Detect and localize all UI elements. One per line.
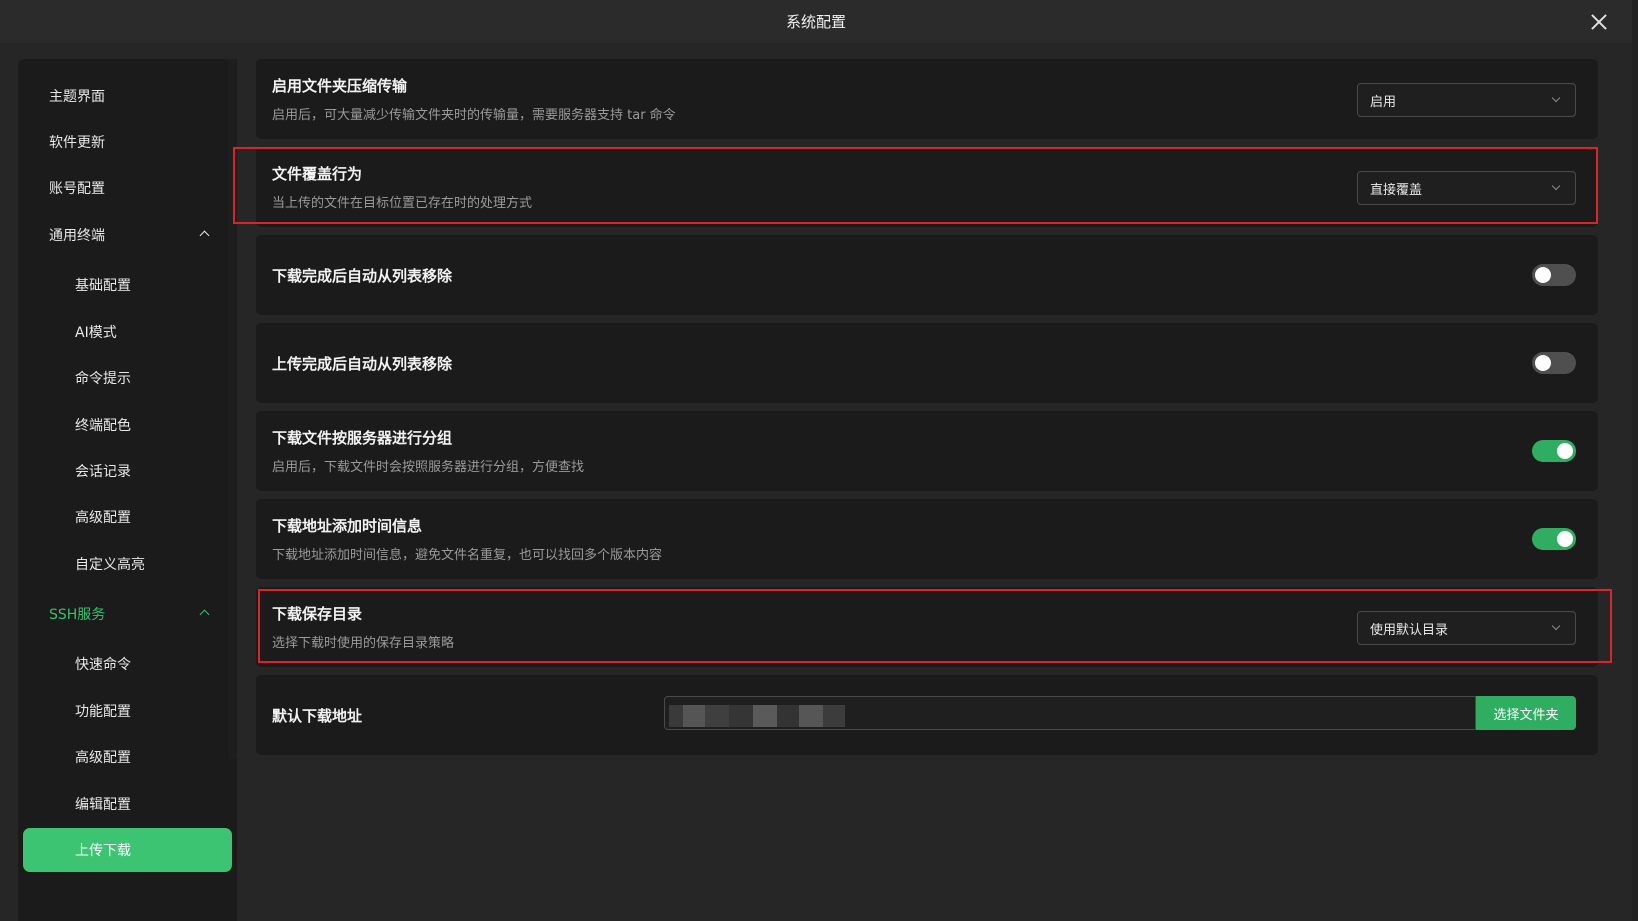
sidebar-item-label: 上传下载: [75, 843, 131, 859]
sidebar-item-label: SSH服务: [49, 607, 106, 623]
sidebar-group-terminal[interactable]: 通用终端: [18, 213, 237, 257]
setting-save-dir: 下载保存目录 选择下载时使用的保存目录策略 使用默认目录: [256, 587, 1598, 667]
sidebar-item-command-hint[interactable]: 命令提示: [18, 356, 237, 400]
sidebar-item-label: 高级配置: [75, 510, 131, 526]
sidebar-item-label: 主题界面: [49, 89, 105, 105]
setting-title: 下载文件按服务器进行分组: [272, 429, 453, 447]
sidebar: 主题界面 软件更新 账号配置 通用终端 基础配置 AI模式 命令提示 终端配色 …: [18, 59, 237, 921]
setting-add-time: 下载地址添加时间信息 下载地址添加时间信息，避免文件名重复，也可以找回多个版本内…: [256, 499, 1598, 579]
sidebar-item-label: 软件更新: [49, 135, 105, 151]
sidebar-item-update[interactable]: 软件更新: [18, 120, 237, 164]
sidebar-item-upload-download[interactable]: 上传下载: [23, 828, 232, 872]
window-title: 系统配置: [785, 13, 846, 31]
redacted-block: [683, 705, 705, 727]
redacted-block: [777, 705, 799, 727]
sidebar-item-label: AI模式: [75, 325, 117, 341]
sidebar-scrollbar[interactable]: [228, 59, 237, 759]
download-remove-toggle[interactable]: [1532, 264, 1576, 286]
sidebar-item-basic[interactable]: 基础配置: [18, 263, 237, 307]
toggle-knob: [1557, 531, 1573, 547]
setting-title: 默认下载地址: [272, 707, 363, 725]
sidebar-item-editor[interactable]: 编辑配置: [18, 782, 237, 826]
chevron-down-icon: [1552, 95, 1561, 104]
redacted-block: [823, 705, 845, 727]
sidebar-item-label: 高级配置: [75, 750, 131, 766]
toggle-knob: [1535, 355, 1551, 371]
sidebar-item-label: 会话记录: [75, 464, 131, 480]
setting-upload-remove: 上传完成后自动从列表移除: [256, 323, 1598, 403]
setting-description: 下载地址添加时间信息，避免文件名重复，也可以找回多个版本内容: [272, 548, 663, 563]
sidebar-item-quick-command[interactable]: 快速命令: [18, 642, 237, 686]
sidebar-item-label: 自定义高亮: [75, 557, 145, 573]
setting-title: 下载完成后自动从列表移除: [272, 267, 453, 285]
setting-title: 下载地址添加时间信息: [272, 517, 423, 535]
setting-overwrite: 文件覆盖行为 当上传的文件在目标位置已存在时的处理方式 直接覆盖: [256, 147, 1598, 227]
setting-download-remove: 下载完成后自动从列表移除: [256, 235, 1598, 315]
setting-compress: 启用文件夹压缩传输 启用后，可大量减少传输文件夹时的传输量，需要服务器支持 ta…: [256, 59, 1598, 139]
setting-description: 启用后，下载文件时会按照服务器进行分组，方便查找: [272, 460, 585, 475]
setting-default-path: 默认下载地址 选择文件夹: [256, 675, 1598, 755]
window-body: 主题界面 软件更新 账号配置 通用终端 基础配置 AI模式 命令提示 终端配色 …: [0, 43, 1632, 921]
save-dir-select[interactable]: 使用默认目录: [1357, 611, 1576, 645]
default-path-input[interactable]: [664, 696, 1476, 730]
redacted-block: [705, 705, 729, 727]
sidebar-item-theme[interactable]: 主题界面: [18, 74, 237, 118]
setting-description: 当上传的文件在目标位置已存在时的处理方式: [272, 196, 533, 211]
sidebar-item-features[interactable]: 功能配置: [18, 689, 237, 733]
sidebar-item-ai-mode[interactable]: AI模式: [18, 310, 237, 354]
select-value: 使用默认目录: [1370, 622, 1449, 638]
toggle-knob: [1535, 267, 1551, 283]
sidebar-item-session-log[interactable]: 会话记录: [18, 449, 237, 493]
close-icon[interactable]: [1588, 11, 1610, 33]
add-time-toggle[interactable]: [1532, 528, 1576, 550]
setting-title: 文件覆盖行为: [272, 165, 363, 183]
chevron-down-icon: [1552, 183, 1561, 192]
sidebar-item-label: 命令提示: [75, 371, 131, 387]
chevron-up-icon: [199, 229, 209, 239]
redacted-block: [799, 705, 823, 727]
sidebar-item-advanced-ssh[interactable]: 高级配置: [18, 735, 237, 779]
sidebar-item-custom-highlight[interactable]: 自定义高亮: [18, 542, 237, 586]
setting-description: 启用后，可大量减少传输文件夹时的传输量，需要服务器支持 tar 命令: [272, 108, 676, 123]
sidebar-item-advanced-terminal[interactable]: 高级配置: [18, 495, 237, 539]
setting-title: 上传完成后自动从列表移除: [272, 355, 453, 373]
title-bar: 系统配置: [0, 0, 1632, 43]
redacted-block: [669, 705, 683, 727]
window-edge: [1632, 0, 1638, 921]
setting-description: 选择下载时使用的保存目录策略: [272, 636, 455, 651]
upload-remove-toggle[interactable]: [1532, 352, 1576, 374]
sidebar-item-label: 终端配色: [75, 418, 131, 434]
setting-group-by-server: 下载文件按服务器进行分组 启用后，下载文件时会按照服务器进行分组，方便查找: [256, 411, 1598, 491]
setting-title: 启用文件夹压缩传输: [272, 77, 408, 95]
overwrite-select[interactable]: 直接覆盖: [1357, 171, 1576, 205]
sidebar-item-label: 通用终端: [49, 228, 105, 244]
sidebar-group-ssh[interactable]: SSH服务: [18, 592, 237, 636]
chevron-down-icon: [1552, 623, 1561, 632]
sidebar-item-label: 功能配置: [75, 704, 131, 720]
setting-title: 下载保存目录: [272, 605, 363, 623]
redacted-block: [729, 705, 753, 727]
select-value: 直接覆盖: [1370, 182, 1423, 198]
sidebar-item-account[interactable]: 账号配置: [18, 166, 237, 210]
sidebar-item-label: 账号配置: [49, 181, 105, 197]
compress-select[interactable]: 启用: [1357, 83, 1576, 117]
redacted-block: [753, 705, 777, 727]
sidebar-item-label: 基础配置: [75, 278, 131, 294]
sidebar-item-terminal-colors[interactable]: 终端配色: [18, 403, 237, 447]
select-value: 启用: [1370, 94, 1397, 110]
sidebar-item-label: 快速命令: [75, 657, 131, 673]
group-by-server-toggle[interactable]: [1532, 440, 1576, 462]
sidebar-item-label: 编辑配置: [75, 797, 131, 813]
chevron-up-icon: [199, 608, 209, 618]
toggle-knob: [1557, 443, 1573, 459]
choose-folder-button[interactable]: 选择文件夹: [1476, 696, 1576, 730]
